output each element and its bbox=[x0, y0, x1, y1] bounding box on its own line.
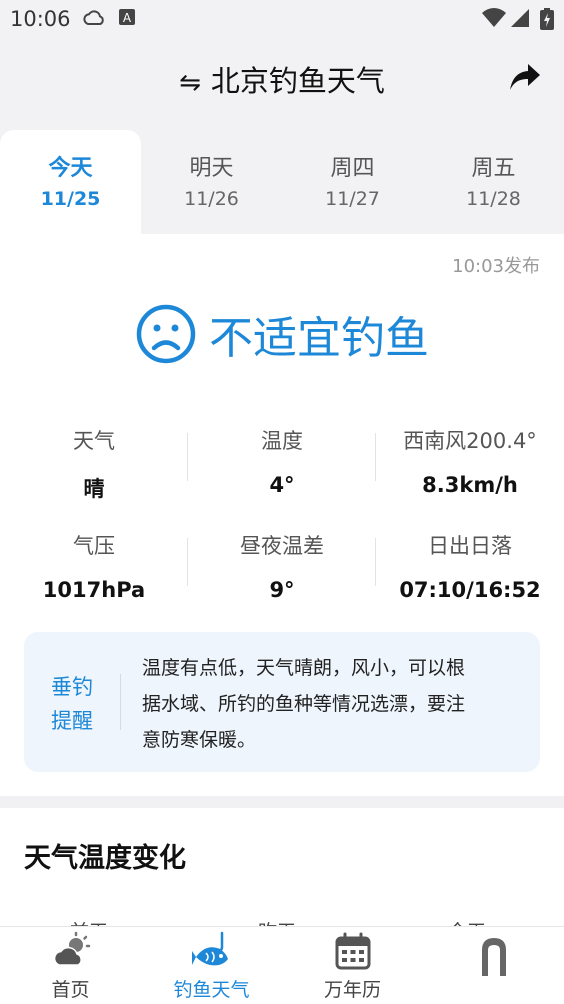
weather-cloud-icon bbox=[53, 931, 90, 966]
tab-day: 周五 bbox=[471, 156, 516, 181]
tip-line: 意防寒保暖。 bbox=[142, 729, 257, 751]
fishing-tip-card: 垂钓 提醒 温度有点低，天气晴朗，风小，可以根 据水域、所钓的鱼种等情况选漂，要… bbox=[24, 632, 540, 772]
tab-tomorrow[interactable]: 明天 11/26 bbox=[141, 130, 282, 234]
tip-line: 据水域、所钓的鱼种等情况选漂，要注 bbox=[142, 693, 466, 715]
day-tabs: 今天 11/25 明天 11/26 周四 11/27 周五 11/28 bbox=[0, 130, 564, 234]
nav-label: 钓鱼天气 bbox=[173, 979, 250, 1001]
stat-label: 天气 bbox=[73, 429, 115, 453]
tab-day: 明天 bbox=[189, 156, 234, 181]
stat-value: 4° bbox=[269, 473, 295, 497]
stat-label: 西南风200.4° bbox=[403, 429, 537, 453]
tab-date: 11/28 bbox=[466, 188, 521, 210]
tip-tag: 垂钓 提醒 bbox=[44, 670, 100, 738]
battery-icon bbox=[540, 8, 554, 30]
notification-a-icon: A bbox=[119, 9, 135, 25]
stat-wind: 西南风200.4° 8.3km/h bbox=[376, 425, 564, 497]
arch-icon bbox=[481, 938, 506, 976]
stat-label: 日出日落 bbox=[428, 534, 512, 558]
divider bbox=[375, 433, 376, 481]
cloud-icon bbox=[83, 10, 104, 25]
stat-sunrise-sunset: 日出日落 07:10/16:52 bbox=[376, 530, 564, 602]
calendar-icon bbox=[335, 932, 370, 970]
tab-date: 11/27 bbox=[325, 188, 380, 210]
stat-value: 9° bbox=[269, 578, 295, 602]
stat-label: 昼夜温差 bbox=[240, 534, 324, 558]
stat-label: 气压 bbox=[73, 534, 115, 558]
status-time: 10:06 bbox=[10, 7, 71, 31]
stat-temperature: 温度 4° bbox=[188, 425, 376, 497]
tip-divider bbox=[120, 674, 121, 730]
tab-day: 周四 bbox=[330, 156, 375, 181]
location-switch[interactable]: ⇋ 北京钓鱼天气 bbox=[0, 58, 564, 100]
wifi-icon bbox=[482, 8, 506, 27]
page-title: 北京钓鱼天气 bbox=[210, 64, 385, 98]
stat-pressure: 气压 1017hPa bbox=[0, 530, 188, 602]
nav-fishing-weather[interactable]: 钓鱼天气 bbox=[141, 927, 282, 1004]
publish-time: 10:03发布 bbox=[452, 256, 540, 277]
nav-label: 万年历 bbox=[323, 979, 381, 1001]
tab-today[interactable]: 今天 11/25 bbox=[0, 130, 141, 234]
nav-home[interactable]: 首页 bbox=[0, 927, 141, 1004]
nav-calendar[interactable]: 万年历 bbox=[282, 927, 423, 1004]
signal-icon bbox=[511, 9, 529, 27]
swap-icon: ⇋ bbox=[179, 68, 201, 98]
status-bar: 10:06 A bbox=[0, 0, 564, 38]
fishing-verdict: 不适宜钓鱼 bbox=[0, 302, 564, 372]
divider bbox=[187, 538, 188, 586]
verdict-text: 不适宜钓鱼 bbox=[209, 313, 429, 364]
header: ⇋ 北京钓鱼天气 bbox=[0, 38, 564, 130]
stat-label: 温度 bbox=[261, 429, 303, 453]
tip-text: 温度有点低，天气晴朗，风小，可以根 据水域、所钓的鱼种等情况选漂，要注 意防寒保… bbox=[142, 650, 522, 758]
svg-text:A: A bbox=[123, 11, 132, 25]
nav-label: 首页 bbox=[51, 979, 90, 1001]
section-gap bbox=[0, 796, 564, 808]
section-title: 天气温度变化 bbox=[24, 843, 186, 874]
tab-day: 今天 bbox=[48, 156, 93, 181]
stat-value: 8.3km/h bbox=[422, 473, 518, 497]
tip-line: 温度有点低，天气晴朗，风小，可以根 bbox=[142, 657, 466, 679]
nav-more[interactable] bbox=[423, 927, 564, 1004]
tab-date: 11/26 bbox=[184, 188, 239, 210]
tab-thursday[interactable]: 周四 11/27 bbox=[282, 130, 423, 234]
stat-day-night-diff: 昼夜温差 9° bbox=[188, 530, 376, 602]
tab-date: 11/25 bbox=[40, 188, 101, 210]
stat-weather: 天气 晴 bbox=[0, 425, 188, 503]
stat-value: 07:10/16:52 bbox=[399, 578, 541, 602]
tab-friday[interactable]: 周五 11/28 bbox=[423, 130, 564, 234]
divider bbox=[375, 538, 376, 586]
share-icon[interactable] bbox=[508, 60, 542, 94]
tip-tag-line: 垂钓 bbox=[51, 675, 93, 699]
divider bbox=[187, 433, 188, 481]
stat-value: 晴 bbox=[83, 477, 105, 501]
fish-icon bbox=[191, 931, 228, 966]
stat-value: 1017hPa bbox=[42, 578, 146, 602]
bottom-nav: 首页 钓鱼天气 万年历 bbox=[0, 926, 564, 1004]
sad-face-icon bbox=[136, 304, 196, 364]
tip-tag-line: 提醒 bbox=[51, 709, 93, 733]
